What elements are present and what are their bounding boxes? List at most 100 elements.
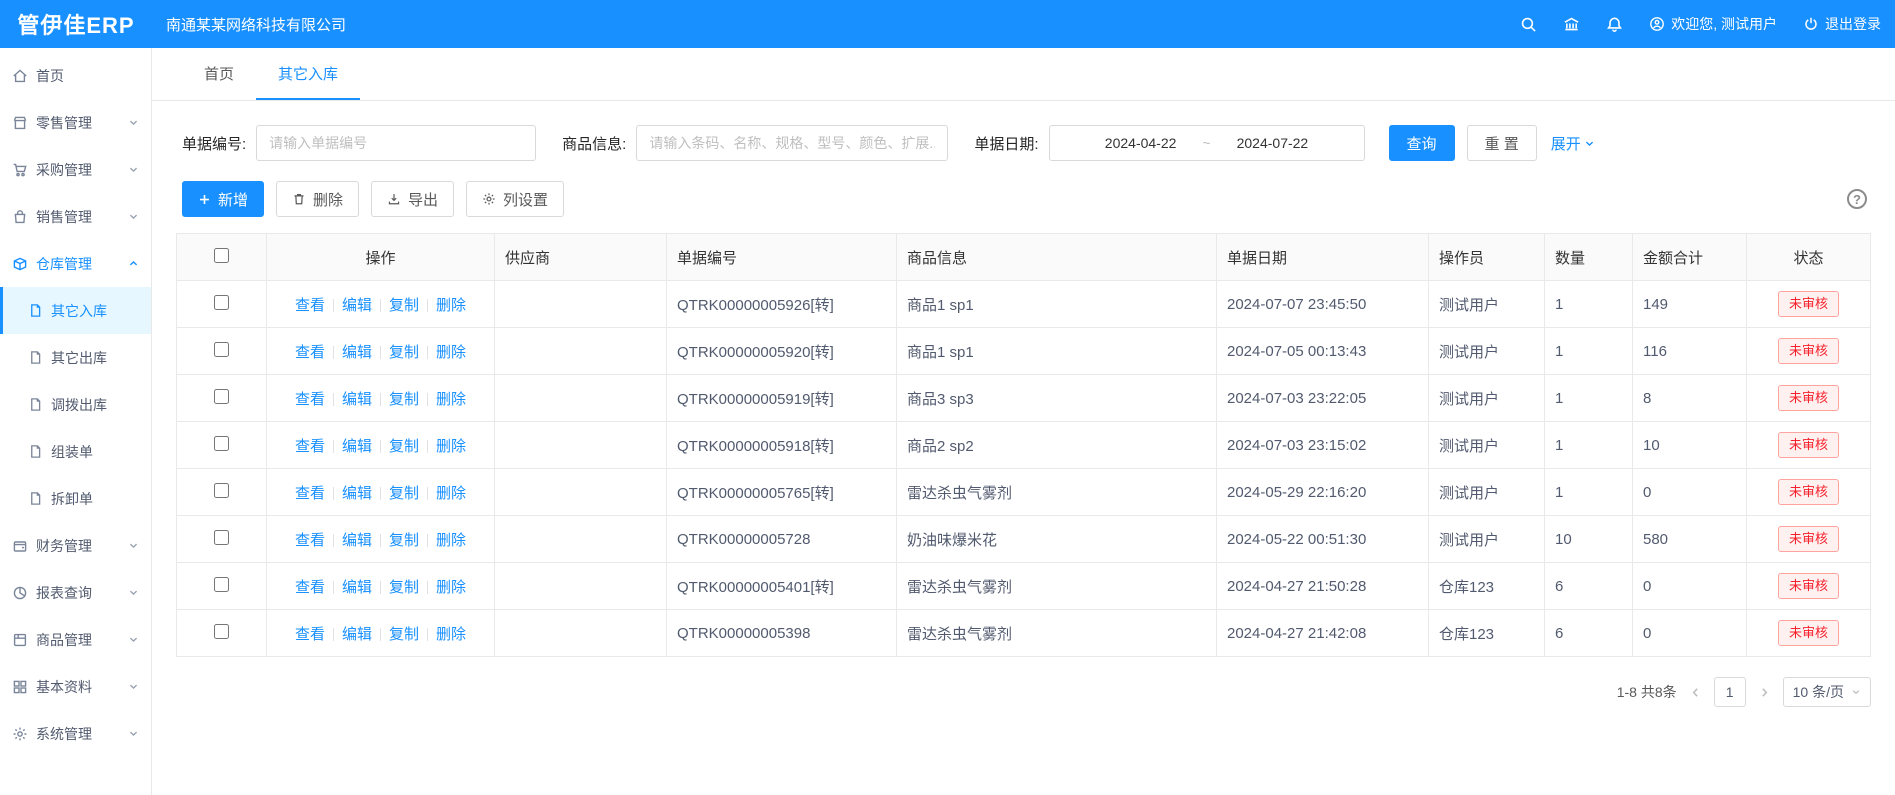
cell-supplier xyxy=(495,469,667,516)
view-link[interactable]: 查看 xyxy=(295,344,325,361)
edit-link[interactable]: 编辑 xyxy=(342,438,372,455)
cell-product: 雷达杀虫气雾剂 xyxy=(897,563,1217,610)
bill-no-input[interactable] xyxy=(256,125,536,161)
next-page-icon[interactable] xyxy=(1758,686,1771,699)
document-icon xyxy=(28,491,43,506)
copy-link[interactable]: 复制 xyxy=(389,579,419,596)
column-settings-button[interactable]: 列设置 xyxy=(466,181,564,217)
sidebar-item-basedata[interactable]: 基本资料 xyxy=(0,663,151,710)
prev-page-icon[interactable] xyxy=(1689,686,1702,699)
edit-link[interactable]: 编辑 xyxy=(342,297,372,314)
row-actions: 查看编辑复制删除 xyxy=(267,469,495,516)
chevron-up-icon xyxy=(128,258,139,269)
page-number[interactable]: 1 xyxy=(1714,677,1746,707)
row-checkbox[interactable] xyxy=(214,577,229,592)
sidebar-subitem-transfer-outbound[interactable]: 调拨出库 xyxy=(0,381,151,428)
delete-link[interactable]: 删除 xyxy=(436,297,466,314)
delete-link[interactable]: 删除 xyxy=(436,438,466,455)
add-button[interactable]: 新增 xyxy=(182,181,264,217)
column-header-product: 商品信息 xyxy=(897,234,1217,281)
row-checkbox[interactable] xyxy=(214,342,229,357)
sidebar-subitem-other-inbound[interactable]: 其它入库 xyxy=(0,287,151,334)
divider xyxy=(380,440,381,453)
copy-link[interactable]: 复制 xyxy=(389,391,419,408)
edit-link[interactable]: 编辑 xyxy=(342,344,372,361)
sidebar-subitem-assembly[interactable]: 组装单 xyxy=(0,428,151,475)
row-actions: 查看编辑复制删除 xyxy=(267,610,495,657)
date-range-picker[interactable]: 2024-04-22 ~ 2024-07-22 xyxy=(1049,125,1365,161)
reset-button[interactable]: 重 置 xyxy=(1467,125,1537,161)
view-link[interactable]: 查看 xyxy=(295,485,325,502)
app-logo: 管伊佳ERP xyxy=(0,8,152,40)
sidebar-item-products[interactable]: 商品管理 xyxy=(0,616,151,663)
table-row: 查看编辑复制删除 QTRK00000005765[转] 雷达杀虫气雾剂 2024… xyxy=(177,469,1871,516)
sidebar-item-home[interactable]: 首页 xyxy=(0,52,151,99)
select-all-checkbox[interactable] xyxy=(214,248,229,263)
copy-link[interactable]: 复制 xyxy=(389,438,419,455)
logout-button[interactable]: 退出登录 xyxy=(1803,14,1881,34)
copy-link[interactable]: 复制 xyxy=(389,532,419,549)
copy-link[interactable]: 复制 xyxy=(389,297,419,314)
row-checkbox[interactable] xyxy=(214,530,229,545)
delete-button[interactable]: 删除 xyxy=(276,181,359,217)
search-button[interactable]: 查询 xyxy=(1389,125,1455,161)
row-checkbox[interactable] xyxy=(214,436,229,451)
delete-link[interactable]: 删除 xyxy=(436,344,466,361)
welcome-user[interactable]: 欢迎您, 测试用户 xyxy=(1649,14,1777,34)
table-body: 查看编辑复制删除 QTRK00000005926[转] 商品1 sp1 2024… xyxy=(177,281,1871,657)
box-icon xyxy=(12,256,28,272)
cell-product: 商品3 sp3 xyxy=(897,375,1217,422)
view-link[interactable]: 查看 xyxy=(295,579,325,596)
sidebar-item-label: 系统管理 xyxy=(36,724,92,744)
cell-product: 商品2 sp2 xyxy=(897,422,1217,469)
export-button[interactable]: 导出 xyxy=(371,181,454,217)
product-info-input[interactable] xyxy=(636,125,948,161)
sidebar-item-system[interactable]: 系统管理 xyxy=(0,710,151,757)
row-checkbox[interactable] xyxy=(214,389,229,404)
edit-link[interactable]: 编辑 xyxy=(342,485,372,502)
delete-link[interactable]: 删除 xyxy=(436,485,466,502)
edit-link[interactable]: 编辑 xyxy=(342,626,372,643)
divider xyxy=(380,346,381,359)
divider xyxy=(333,299,334,312)
copy-link[interactable]: 复制 xyxy=(389,344,419,361)
tab-other-inbound[interactable]: 其它入库 xyxy=(256,48,360,100)
tab-home[interactable]: 首页 xyxy=(182,48,256,100)
divider xyxy=(380,581,381,594)
sidebar-subitem-label: 拆卸单 xyxy=(51,489,93,509)
delete-link[interactable]: 删除 xyxy=(436,626,466,643)
view-link[interactable]: 查看 xyxy=(295,626,325,643)
view-link[interactable]: 查看 xyxy=(295,391,325,408)
sidebar-item-finance[interactable]: 财务管理 xyxy=(0,522,151,569)
topbar-actions: 欢迎您, 测试用户 退出登录 xyxy=(1520,14,1881,34)
sidebar-item-retail[interactable]: 零售管理 xyxy=(0,99,151,146)
sidebar-item-sales[interactable]: 销售管理 xyxy=(0,193,151,240)
divider xyxy=(427,628,428,641)
delete-link[interactable]: 删除 xyxy=(436,532,466,549)
view-link[interactable]: 查看 xyxy=(295,532,325,549)
page-size-select[interactable]: 10 条/页 xyxy=(1783,677,1871,707)
copy-link[interactable]: 复制 xyxy=(389,485,419,502)
sidebar-item-purchase[interactable]: 采购管理 xyxy=(0,146,151,193)
edit-link[interactable]: 编辑 xyxy=(342,579,372,596)
column-header-date: 单据日期 xyxy=(1217,234,1429,281)
row-checkbox[interactable] xyxy=(214,295,229,310)
bank-icon[interactable] xyxy=(1563,16,1580,33)
view-link[interactable]: 查看 xyxy=(295,438,325,455)
question-circle-icon[interactable]: ? xyxy=(1847,189,1867,209)
row-checkbox[interactable] xyxy=(214,624,229,639)
delete-link[interactable]: 删除 xyxy=(436,391,466,408)
sidebar-item-reports[interactable]: 报表查询 xyxy=(0,569,151,616)
row-checkbox[interactable] xyxy=(214,483,229,498)
notification-bell-icon[interactable] xyxy=(1606,16,1623,33)
sidebar-subitem-other-outbound[interactable]: 其它出库 xyxy=(0,334,151,381)
edit-link[interactable]: 编辑 xyxy=(342,532,372,549)
edit-link[interactable]: 编辑 xyxy=(342,391,372,408)
sidebar-item-warehouse[interactable]: 仓库管理 xyxy=(0,240,151,287)
copy-link[interactable]: 复制 xyxy=(389,626,419,643)
delete-link[interactable]: 删除 xyxy=(436,579,466,596)
expand-link[interactable]: 展开 xyxy=(1551,133,1595,154)
sidebar-subitem-disassembly[interactable]: 拆卸单 xyxy=(0,475,151,522)
view-link[interactable]: 查看 xyxy=(295,297,325,314)
search-icon[interactable] xyxy=(1520,16,1537,33)
